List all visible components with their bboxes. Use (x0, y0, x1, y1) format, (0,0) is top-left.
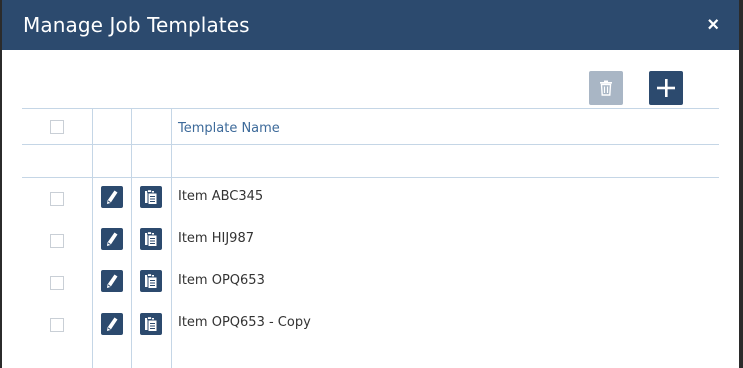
row-checkbox[interactable] (50, 318, 64, 332)
copy-button[interactable] (140, 313, 162, 335)
toolbar (2, 50, 739, 108)
plus-icon (657, 79, 675, 97)
edit-button[interactable] (101, 228, 123, 250)
pencil-icon (107, 317, 118, 331)
clipboard-copy-icon (145, 189, 158, 205)
clipboard-copy-icon (145, 273, 158, 289)
column-divider (131, 109, 132, 368)
pencil-icon (107, 232, 118, 246)
select-all-checkbox[interactable] (50, 120, 64, 134)
copy-button[interactable] (140, 270, 162, 292)
header-divider (22, 144, 719, 145)
template-name: Item ABC345 (178, 189, 264, 204)
row-checkbox[interactable] (50, 192, 64, 206)
edit-button[interactable] (101, 186, 123, 208)
manage-job-templates-dialog: Manage Job Templates × Template Name Ite… (2, 0, 739, 368)
template-name: Item OPQ653 (178, 273, 265, 288)
column-divider (171, 109, 172, 368)
dialog-titlebar: Manage Job Templates × (2, 0, 739, 50)
column-header-template-name[interactable]: Template Name (178, 121, 280, 136)
filter-row-divider (22, 177, 719, 178)
add-button[interactable] (649, 71, 683, 105)
clipboard-copy-icon (145, 231, 158, 247)
edit-button[interactable] (101, 270, 123, 292)
copy-button[interactable] (140, 186, 162, 208)
template-name: Item HIJ987 (178, 231, 254, 246)
row-checkbox[interactable] (50, 234, 64, 248)
trash-icon (600, 80, 612, 96)
column-divider (92, 109, 93, 368)
edit-button[interactable] (101, 313, 123, 335)
clipboard-copy-icon (145, 316, 158, 332)
templates-table: Template Name Item ABC345 Item HIJ987 It… (22, 108, 719, 368)
template-name: Item OPQ653 - Copy (178, 315, 311, 330)
copy-button[interactable] (140, 228, 162, 250)
row-checkbox[interactable] (50, 276, 64, 290)
pencil-icon (107, 274, 118, 288)
close-icon[interactable]: × (707, 15, 719, 35)
dialog-title: Manage Job Templates (23, 13, 250, 37)
pencil-icon (107, 190, 118, 204)
table-top-border (22, 108, 719, 109)
delete-button[interactable] (589, 71, 623, 105)
